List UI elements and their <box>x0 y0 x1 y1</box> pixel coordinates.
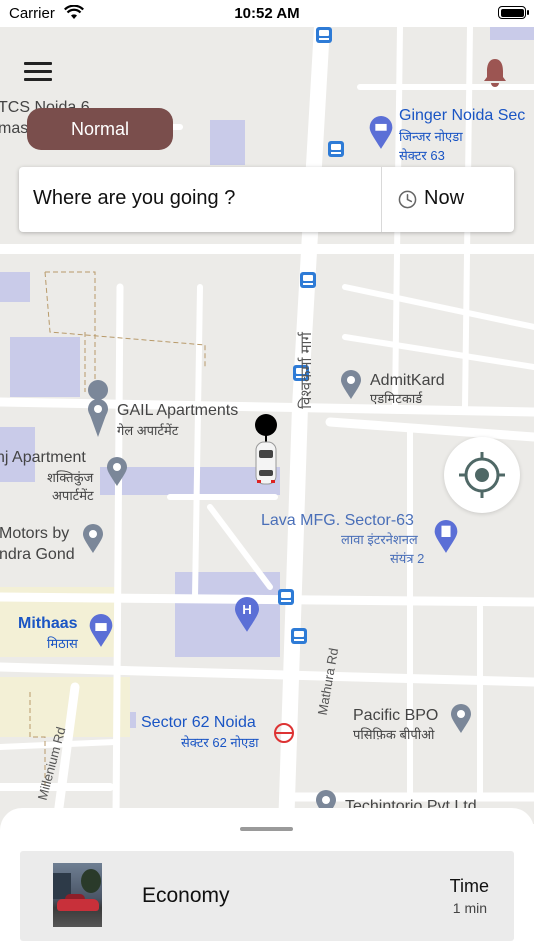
battery-icon <box>498 6 529 19</box>
bus-stop-icon[interactable] <box>300 272 316 288</box>
map-label-pacific-hi: पसिफ़िक बीपीओ <box>353 727 435 742</box>
shopping-icon[interactable] <box>88 614 114 648</box>
map-label-ginger-hi: जिन्जर नोएडा <box>399 129 463 144</box>
map-label-apartment: nj Apartment <box>0 449 86 466</box>
ride-time-label: Time <box>449 876 489 896</box>
clock-icon[interactable] <box>398 190 417 209</box>
map-label-mithaas-hi: मिठास <box>47 636 78 651</box>
car-icon <box>255 414 277 485</box>
locate-button[interactable] <box>444 437 520 513</box>
drag-handle[interactable] <box>240 827 293 831</box>
ride-mode-button[interactable]: Normal <box>27 108 173 150</box>
map-pin-icon[interactable] <box>87 399 109 429</box>
map-label-tcs-2: mas <box>0 120 29 137</box>
menu-icon[interactable] <box>24 60 54 82</box>
map-label-admitkard: AdmitKard <box>370 372 445 389</box>
bus-stop-icon[interactable] <box>328 141 344 157</box>
clock-time: 10:52 AM <box>234 5 300 22</box>
map-label-apartment-hi-2: अपार्टमेंट <box>52 488 94 503</box>
map-label-ginger-hi-2: सेक्टर 63 <box>399 148 445 163</box>
ride-name: Economy <box>142 884 230 907</box>
map-label-gail: GAIL Apartments <box>117 402 239 419</box>
map-label-motors-2: ndra Gond <box>0 546 75 563</box>
map-pin-icon[interactable] <box>450 704 472 734</box>
map-label-lava-hi-2: संयंत्र 2 <box>390 551 425 566</box>
hotel-icon[interactable] <box>368 116 394 150</box>
bottom-sheet: Economy Time 1 min <box>0 808 534 950</box>
ride-option-economy[interactable]: Economy Time 1 min <box>20 851 514 941</box>
map-pin-icon[interactable] <box>82 524 104 554</box>
map-label-lava-hi: लावा इंटरनेशनल <box>341 532 418 547</box>
hospital-icon[interactable]: H <box>233 597 261 633</box>
map-label-motors: Motors by <box>0 525 70 542</box>
map-pin-icon[interactable] <box>340 370 362 400</box>
ride-time-value: 1 min <box>452 900 487 916</box>
map-pin-icon[interactable] <box>433 520 459 554</box>
bell-icon[interactable] <box>481 57 509 89</box>
map-label-pacific: Pacific BPO <box>353 707 439 724</box>
map-label-gail-hi: गेल अपार्टमेंट <box>117 423 179 438</box>
status-bar: Carrier 10:52 AM <box>0 0 534 27</box>
search-divider <box>381 167 382 232</box>
map-pin-icon[interactable] <box>106 457 128 487</box>
map-label-lava: Lava MFG. Sector-63 <box>261 512 414 529</box>
map-label-ginger: Ginger Noida Sec <box>399 107 526 124</box>
svg-text:H: H <box>242 602 252 617</box>
map-label-sector62: Sector 62 Noida <box>141 714 256 731</box>
time-option-button[interactable]: Now <box>424 187 464 210</box>
map-label-vishwakarma-road: विश्वकर्मा मार्ग <box>297 332 315 409</box>
bus-stop-icon[interactable] <box>291 628 307 644</box>
map-label-apartment-hi: शक्तिकुंज <box>47 470 94 485</box>
destination-input[interactable]: Where are you going ? <box>33 187 235 210</box>
bus-stop-icon[interactable] <box>316 27 332 43</box>
map-label-sector62-hi: सेक्टर 62 नोएडा <box>181 735 259 750</box>
locate-icon <box>459 452 505 498</box>
ride-thumbnail <box>53 863 102 927</box>
search-card: Where are you going ? Now <box>19 167 514 232</box>
map-label-admitkard-hi: एडमिटकार्ड <box>370 391 423 406</box>
bus-stop-icon[interactable] <box>278 589 294 605</box>
map-label-mithaas: Mithaas <box>18 615 78 632</box>
